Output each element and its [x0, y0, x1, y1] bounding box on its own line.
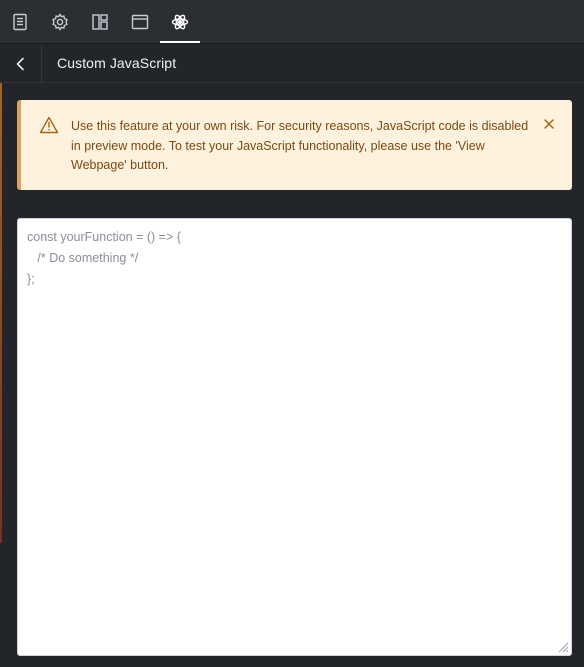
- left-accent-strip: [0, 83, 2, 543]
- page-icon: [13, 13, 27, 31]
- custom-javascript-panel: Custom JavaScript Use this feature at yo…: [0, 0, 584, 667]
- chevron-left-icon: [16, 57, 24, 70]
- close-icon[interactable]: [542, 117, 556, 131]
- code-line: };: [27, 272, 35, 286]
- warning-icon: [39, 116, 59, 134]
- security-warning-banner: Use this feature at your own risk. For s…: [17, 100, 572, 190]
- javascript-code-editor[interactable]: const yourFunction = () => { /* Do somet…: [17, 218, 572, 656]
- tab-pages[interactable]: [0, 0, 40, 44]
- panel-tab-bar: [0, 0, 584, 44]
- layout-icon: [92, 14, 108, 30]
- browser-window-icon: [131, 14, 149, 30]
- gear-icon: [52, 13, 68, 31]
- tab-settings[interactable]: [40, 0, 80, 44]
- back-button[interactable]: [0, 44, 42, 83]
- code-line: const yourFunction = () => {: [27, 230, 181, 244]
- warning-message: Use this feature at your own risk. For s…: [71, 119, 529, 172]
- tab-window[interactable]: [120, 0, 160, 44]
- tab-custom-code[interactable]: [160, 0, 200, 44]
- page-title: Custom JavaScript: [57, 55, 177, 71]
- atom-icon: [171, 14, 189, 30]
- tab-layout[interactable]: [80, 0, 120, 44]
- resize-handle-icon[interactable]: [558, 642, 569, 653]
- code-line: /* Do something */: [27, 251, 139, 265]
- panel-header: Custom JavaScript: [0, 44, 584, 83]
